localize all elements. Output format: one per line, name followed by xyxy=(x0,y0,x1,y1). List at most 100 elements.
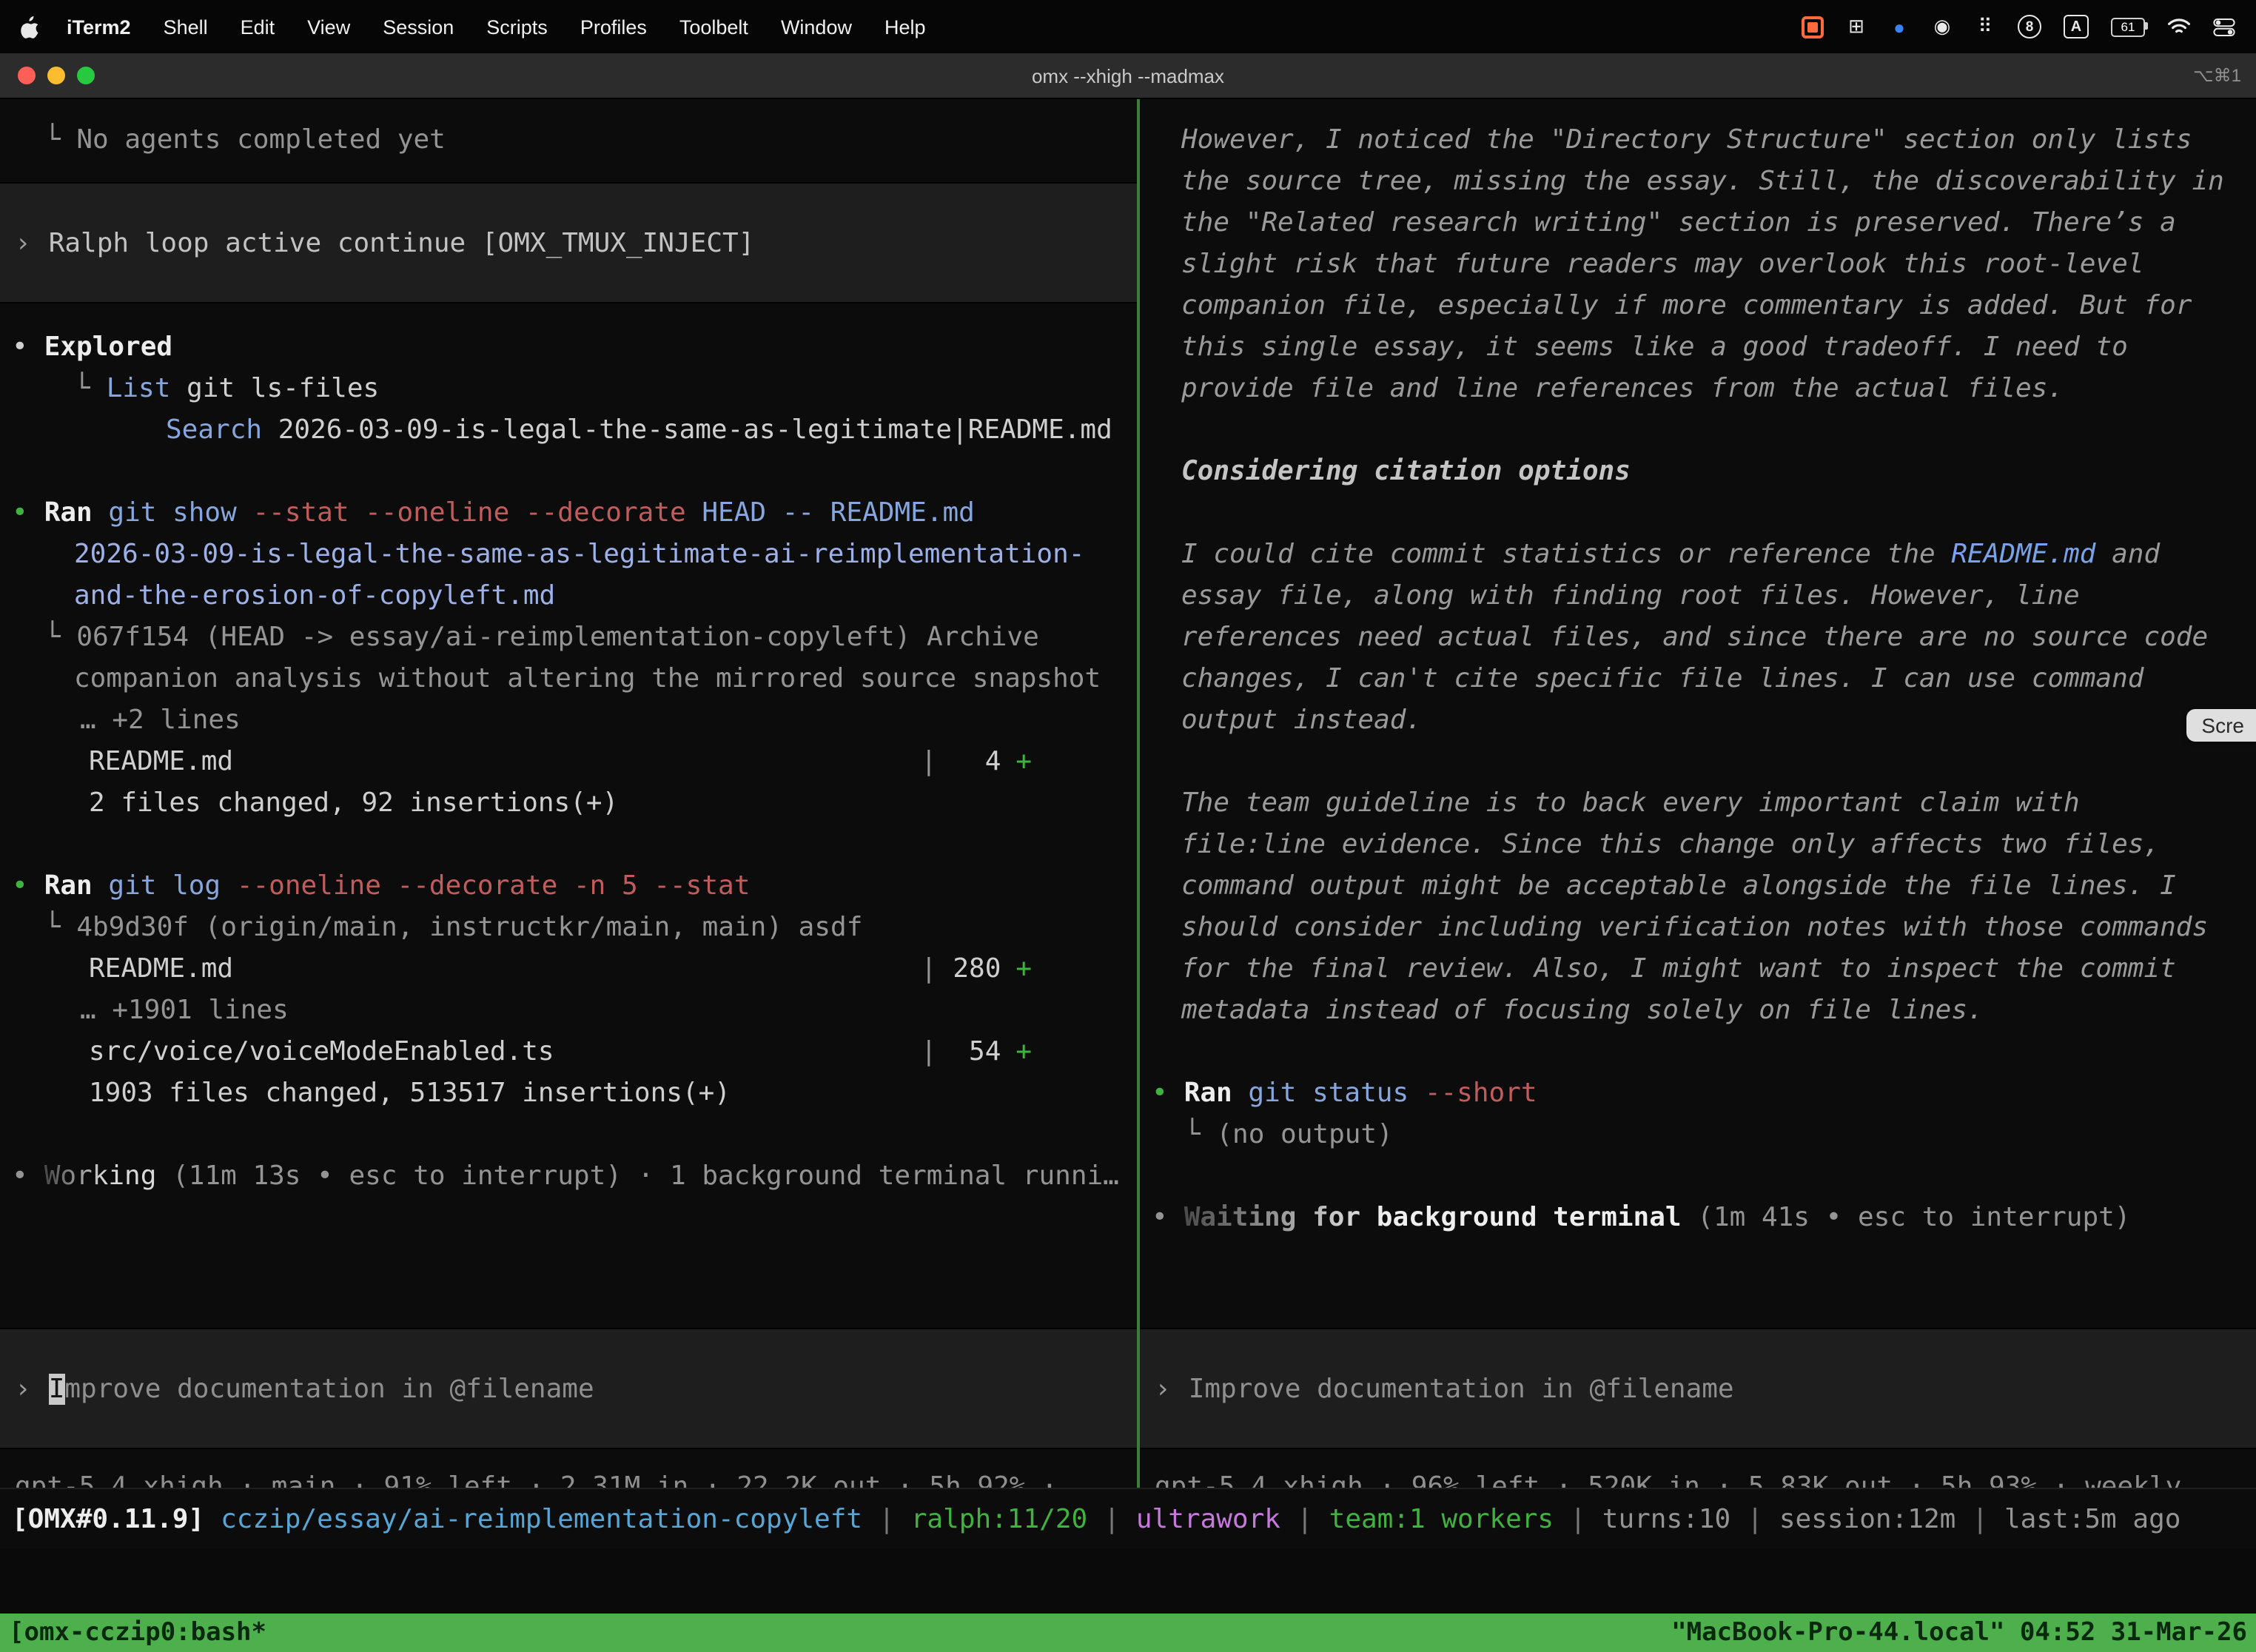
menu-item-edit[interactable]: Edit xyxy=(241,16,275,38)
bullet-icon: • xyxy=(12,332,28,363)
separator: | xyxy=(879,1503,895,1534)
readme-link-text: README.md xyxy=(1951,539,2095,570)
menu-app-name[interactable]: iTerm2 xyxy=(67,16,131,38)
filename-wrap-line: and-the-erosion-of-copyleft.md xyxy=(0,576,1137,617)
diffstat-filename: src/voice/voiceModeEnabled.ts xyxy=(89,1036,554,1067)
diffstat-count: | 54+ xyxy=(921,1032,1032,1073)
tree-branch-icon: └ xyxy=(74,373,90,404)
menu-bar-extras: ⊞ ● ◉ ⠿ 8 A 61 xyxy=(1802,15,2235,38)
dots-grid-icon[interactable]: ⠿ xyxy=(1975,15,1995,38)
terminal: └ No agents completed yet ›Ralph loop ac… xyxy=(0,99,2256,1488)
omx-version: [OMX#0.11.9] xyxy=(12,1503,204,1534)
screen: iTerm2 Shell Edit View Session Scripts P… xyxy=(0,0,2256,1652)
omx-branch-path: cczip/essay/ai-reimplementation-copyleft xyxy=(221,1503,862,1534)
menu-item-toolbelt[interactable]: Toolbelt xyxy=(679,16,748,38)
chevron-icon: › xyxy=(15,1373,31,1404)
explored-header: • Explored xyxy=(0,327,1137,369)
diffstat-summary-text: 2 files changed, 92 insertions(+) xyxy=(89,788,618,819)
window-title-bar[interactable]: omx --xhigh --madmax ⌥⌘1 xyxy=(0,53,2256,99)
bullet-icon: • xyxy=(12,1161,28,1192)
left-session-status: gpt-5.4 xhigh · main · 91% left · 2.31M … xyxy=(0,1467,1137,1488)
keycap-8-icon[interactable]: 8 xyxy=(2018,15,2041,38)
separator: | xyxy=(1972,1503,1988,1534)
screen-recording-indicator-icon[interactable] xyxy=(1802,16,1824,38)
dark-app-icon[interactable]: ◉ xyxy=(1932,15,1953,38)
paragraph-text: I could cite commit statistics or refere… xyxy=(1181,539,1951,570)
battery-icon[interactable]: 61 xyxy=(2111,17,2145,36)
left-prompt-input[interactable]: ›Improve documentation in @filename xyxy=(0,1328,1137,1449)
right-pane[interactable]: However, I noticed the "Directory Struct… xyxy=(1140,99,2256,1488)
zoom-button[interactable] xyxy=(77,67,95,84)
diffstat-number: 280 xyxy=(937,953,1001,984)
diffstat-count: | 280+ xyxy=(921,949,1032,990)
separator: | xyxy=(1104,1503,1120,1534)
diffstat-row: README.md | 4+ xyxy=(0,742,1137,783)
thinking-paragraph-2: I could cite commit statistics or refere… xyxy=(1181,534,2225,742)
blue-app-icon[interactable]: ● xyxy=(1889,16,1910,38)
commit-text: companion analysis without altering the … xyxy=(74,663,1101,694)
command-flags: --short xyxy=(1425,1078,1537,1109)
omx-status-bar: [OMX#0.11.9] cczip/essay/ai-reimplementa… xyxy=(0,1488,2256,1548)
bullet-icon: • xyxy=(12,870,28,901)
diffstat-row: README.md| 280+ xyxy=(0,949,1137,990)
omx-last-activity: last:5m ago xyxy=(2004,1503,2181,1534)
filename-text: and-the-erosion-of-copyleft.md xyxy=(74,580,555,611)
menu-item-profiles[interactable]: Profiles xyxy=(580,16,647,38)
diffstat-number: 4 xyxy=(937,746,1001,777)
tool-verb: List xyxy=(107,373,171,404)
text-cursor: I xyxy=(49,1373,65,1404)
chevron-icon: › xyxy=(1155,1373,1171,1404)
separator: | xyxy=(1297,1503,1313,1534)
no-output-text: └ (no output) xyxy=(1184,1119,1393,1150)
commit-text: └ 067f154 (HEAD -> essay/ai-reimplementa… xyxy=(44,622,1039,653)
grid-icon[interactable]: ⊞ xyxy=(1846,15,1867,38)
screen-share-tab[interactable]: Scre xyxy=(2186,709,2256,742)
menu-item-help[interactable]: Help xyxy=(884,16,926,38)
more-lines-indicator: … +2 lines xyxy=(0,700,1137,742)
diffstat-number: 54 xyxy=(937,1036,1001,1067)
wifi-icon[interactable] xyxy=(2167,18,2191,36)
plus-indicator: + xyxy=(1015,953,1032,984)
separator: | xyxy=(1747,1503,1763,1534)
explored-title: Explored xyxy=(44,332,172,363)
ran-label: Ran xyxy=(1184,1078,1232,1109)
omx-mode: ultrawork xyxy=(1136,1503,1280,1534)
input-source-icon[interactable]: A xyxy=(2064,15,2089,38)
commit-line: companion analysis without altering the … xyxy=(0,659,1137,700)
working-label: Working xyxy=(44,1161,157,1192)
close-button[interactable] xyxy=(18,67,36,84)
commit-text: └ 4b9d30f (origin/main, instructkr/main,… xyxy=(44,912,862,943)
thinking-paragraph-1: However, I noticed the "Directory Struct… xyxy=(1181,120,2225,410)
more-lines-indicator: … +1901 lines xyxy=(0,990,1137,1032)
tool-args: 2026-03-09-is-legal-the-same-as-legitima… xyxy=(262,414,1112,446)
right-prompt-input[interactable]: ›Improve documentation in @filename xyxy=(1140,1328,2256,1449)
minimize-button[interactable] xyxy=(47,67,65,84)
command-text: git status xyxy=(1232,1078,1425,1109)
tmux-status-bar: [omx-cczip0:bash* "MacBook-Pro-44.local"… xyxy=(0,1614,2256,1652)
waiting-status-line: •Waiting for background terminal (1m 41s… xyxy=(1140,1198,2256,1239)
menu-item-window[interactable]: Window xyxy=(781,16,852,38)
menu-item-session[interactable]: Session xyxy=(383,16,454,38)
menu-item-scripts[interactable]: Scripts xyxy=(486,16,548,38)
ran-git-status-line: •Ran git status --short xyxy=(1140,1073,2256,1115)
apple-logo-icon[interactable] xyxy=(21,16,40,38)
diffstat-count: | 4+ xyxy=(921,742,1032,783)
menu-item-shell[interactable]: Shell xyxy=(164,16,208,38)
ran-label: Ran xyxy=(44,497,93,528)
command-text: git show xyxy=(93,497,253,528)
ralph-loop-text: Ralph loop active continue [OMX_TMUX_INJ… xyxy=(49,227,755,258)
tmux-window-name[interactable]: [omx-cczip0:bash* xyxy=(9,1618,266,1648)
pipe-separator: | xyxy=(921,1036,937,1067)
more-lines-text: … +2 lines xyxy=(80,705,241,736)
thinking-heading: Considering citation options xyxy=(1140,451,2256,493)
more-lines-text: … +1901 lines xyxy=(80,995,289,1026)
explored-list-line: └List git ls-files xyxy=(0,369,1137,410)
diffstat-filename: README.md xyxy=(89,746,233,777)
menu-item-view[interactable]: View xyxy=(307,16,350,38)
diffstat-summary-text: 1903 files changed, 513517 insertions(+) xyxy=(89,1078,731,1109)
control-center-icon[interactable] xyxy=(2213,17,2235,36)
command-flags: --stat --oneline --decorate xyxy=(252,497,685,528)
left-pane[interactable]: └ No agents completed yet ›Ralph loop ac… xyxy=(0,99,1137,1488)
omx-ralph-counter: ralph:11/20 xyxy=(911,1503,1087,1534)
thinking-paragraph-3: The team guideline is to back every impo… xyxy=(1181,783,2225,1032)
